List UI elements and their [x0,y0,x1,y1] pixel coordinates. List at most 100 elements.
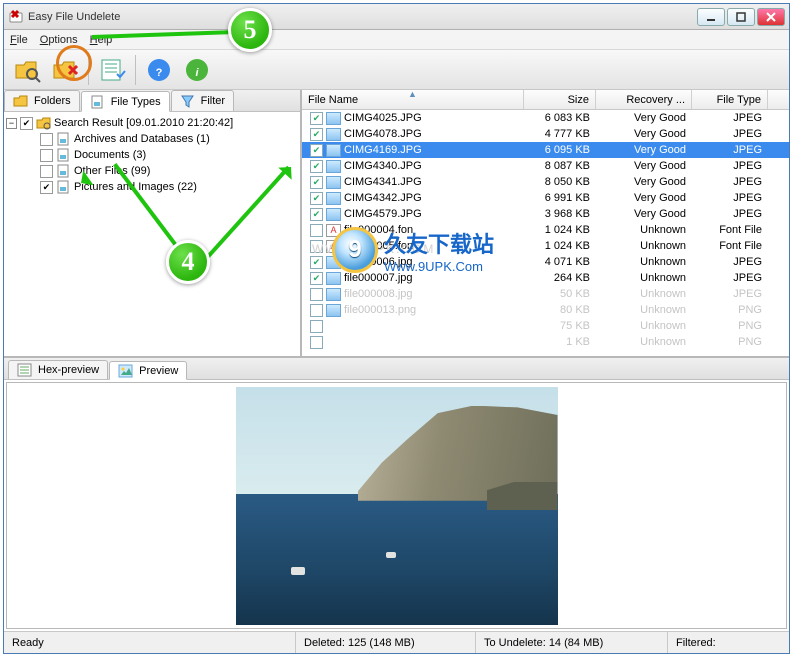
row-checkbox[interactable] [310,224,323,237]
toolbar: ? i [4,50,789,90]
filter-icon [180,94,195,108]
file-name: file000007.jpg [344,272,413,284]
row-checkbox[interactable] [310,208,323,221]
file-type: JPEG [692,272,768,284]
row-checkbox[interactable] [310,144,323,157]
folder-search-icon [36,116,51,130]
file-type: JPEG [692,144,768,156]
file-icon [326,272,341,285]
file-row[interactable]: file000013.png80 KBUnknownPNG [302,302,789,318]
file-size: 8 050 KB [524,176,596,188]
row-checkbox[interactable] [310,272,323,285]
highlight-ring [56,45,92,81]
tree-checkbox[interactable] [40,133,53,146]
row-checkbox[interactable] [310,304,323,317]
menu-file[interactable]: File [10,34,28,46]
file-icon [326,128,341,141]
file-row[interactable]: CIMG4169.JPG6 095 KBVery GoodJPEG [302,142,789,158]
file-name: CIMG4342.JPG [344,192,422,204]
row-checkbox[interactable] [310,320,323,333]
file-type: Font File [692,240,768,252]
col-filetype[interactable]: File Type [692,90,768,109]
scan-button[interactable] [10,53,44,87]
left-pane: Folders File Types Filter −Search Result… [4,90,302,356]
col-filename[interactable]: File Name▲ [302,90,524,109]
tree-item-label[interactable]: Archives and Databases (1) [74,133,210,145]
close-button[interactable] [757,8,785,26]
col-recovery[interactable]: Recovery ... [596,90,692,109]
col-size[interactable]: Size [524,90,596,109]
file-name: file000008.jpg [344,288,413,300]
filetype-icon [90,95,105,109]
file-row[interactable]: CIMG4341.JPG8 050 KBVery GoodJPEG [302,174,789,190]
file-row[interactable]: 75 KBUnknownPNG [302,318,789,334]
file-icon [326,224,341,237]
file-type: Font File [692,224,768,236]
tree-item-label[interactable]: Documents (3) [74,149,146,161]
file-type: JPEG [692,256,768,268]
file-name: CIMG4341.JPG [344,176,422,188]
statusbar: Ready Deleted: 125 (148 MB) To Undelete:… [4,631,789,653]
row-checkbox[interactable] [310,176,323,189]
app-icon [8,9,24,25]
file-name: file000013.png [344,304,416,316]
maximize-button[interactable] [727,8,755,26]
file-size: 50 KB [524,288,596,300]
tab-file-types[interactable]: File Types [81,91,170,112]
file-row[interactable]: CIMG4025.JPG6 083 KBVery GoodJPEG [302,110,789,126]
file-row[interactable]: file000005.fon1 024 KBUnknownFont File [302,238,789,254]
expando-icon[interactable]: − [6,118,17,129]
file-name: file000004.fon [344,224,413,236]
file-name: file000006.jpg [344,256,413,268]
file-icon [326,176,341,189]
hex-icon [17,363,32,377]
help-button[interactable]: ? [142,53,176,87]
about-button[interactable]: i [180,53,214,87]
tab-hex-preview[interactable]: Hex-preview [8,360,108,379]
callout-5: 5 [228,8,272,52]
menu-options[interactable]: Options [40,34,78,46]
file-row[interactable]: file000007.jpg264 KBUnknownJPEG [302,270,789,286]
row-checkbox[interactable] [310,240,323,253]
row-checkbox[interactable] [310,336,323,349]
file-name: CIMG4169.JPG [344,144,422,156]
row-checkbox[interactable] [310,112,323,125]
file-recovery: Very Good [596,176,692,188]
titlebar[interactable]: Easy File Undelete [4,4,789,30]
file-row[interactable]: CIMG4078.JPG4 777 KBVery GoodJPEG [302,126,789,142]
file-row[interactable]: file000006.jpg4 071 KBUnknownJPEG [302,254,789,270]
tab-folders[interactable]: Folders [4,90,80,111]
file-row[interactable]: CIMG4340.JPG8 087 KBVery GoodJPEG [302,158,789,174]
tree-checkbox[interactable] [20,117,33,130]
file-list[interactable]: CIMG4025.JPG6 083 KBVery GoodJPEGCIMG407… [302,110,789,356]
row-checkbox[interactable] [310,128,323,141]
app-window: Easy File Undelete File Options Help ? i [3,3,790,654]
file-row[interactable]: file000008.jpg50 KBUnknownJPEG [302,286,789,302]
row-checkbox[interactable] [310,192,323,205]
tree-checkbox[interactable] [40,149,53,162]
minimize-button[interactable] [697,8,725,26]
file-row[interactable]: file000004.fon1 024 KBUnknownFont File [302,222,789,238]
file-size: 4 071 KB [524,256,596,268]
file-type: JPEG [692,288,768,300]
file-size: 6 095 KB [524,144,596,156]
file-row[interactable]: CIMG4342.JPG6 991 KBVery GoodJPEG [302,190,789,206]
row-checkbox[interactable] [310,160,323,173]
file-icon [326,112,341,125]
tree-checkbox[interactable] [40,181,53,194]
file-icon [326,144,341,157]
row-checkbox[interactable] [310,288,323,301]
file-recovery: Very Good [596,128,692,140]
tab-filter[interactable]: Filter [171,90,234,111]
type-tree[interactable]: −Search Result [09.01.2010 21:20:42]Arch… [4,112,300,356]
file-size: 1 024 KB [524,240,596,252]
file-row[interactable]: CIMG4579.JPG3 968 KBVery GoodJPEG [302,206,789,222]
file-row[interactable]: 1 KBUnknownPNG [302,334,789,350]
tab-preview[interactable]: Preview [109,361,187,380]
filetype-icon [56,132,71,146]
options-button[interactable] [95,53,129,87]
file-size: 80 KB [524,304,596,316]
status-deleted: Deleted: 125 (148 MB) [296,632,476,653]
row-checkbox[interactable] [310,256,323,269]
tree-checkbox[interactable] [40,165,53,178]
